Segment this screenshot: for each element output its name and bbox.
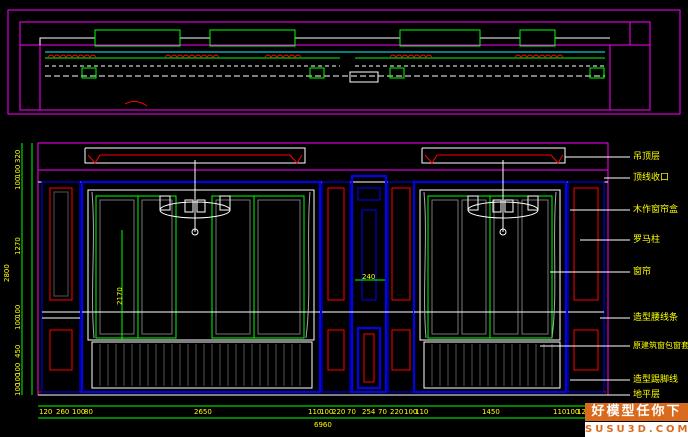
left-window-elevation <box>81 160 321 393</box>
dim-left-9: 100 <box>14 382 22 396</box>
label-ceiling-trim: 顶线收口 <box>633 173 670 183</box>
cad-elevation-drawing <box>7 9 681 419</box>
right-window-elevation <box>413 160 567 393</box>
ceiling-pelmets <box>84 147 566 164</box>
dim-bottom-1: 260 <box>56 408 70 416</box>
right-wall-panels <box>567 181 605 393</box>
left-wall-panels <box>41 181 81 393</box>
dim-bottom-15: 110 <box>553 408 567 416</box>
dim-left-6: 450 <box>14 344 22 358</box>
label-floor-level: 地平层 <box>633 390 661 400</box>
dim-bottom-10: 70 <box>378 408 387 416</box>
watermark-line1: 好模型任你下 <box>585 403 688 421</box>
dim-bottom-4: 2650 <box>194 408 212 416</box>
label-curtain: 窗帘 <box>633 267 652 277</box>
label-panel-curtain: 原建筑窗包窗套 <box>633 341 688 350</box>
dim-total-height: 2800 <box>3 264 11 282</box>
dim-left-0: 320 <box>14 149 22 163</box>
watermark-line2: SUSU3D.COM <box>585 422 688 437</box>
dim-bottom-9: 254 <box>362 408 376 416</box>
center-column <box>321 175 415 393</box>
dim-window-height: 2170 <box>116 287 124 305</box>
dim-bottom-7: 220 <box>332 408 346 416</box>
leader-lines <box>540 156 630 396</box>
right-chandelier-icon <box>467 160 539 236</box>
dim-bottom-13: 110 <box>415 408 429 416</box>
label-wood-curtain-box: 木作窗帘盒 <box>633 205 679 215</box>
label-decorative-column: 罗马柱 <box>633 235 661 245</box>
label-shaped-line: 造型腰线条 <box>633 313 679 323</box>
dim-column-width: 240 <box>362 273 376 281</box>
dim-left-5: 100 <box>14 316 22 330</box>
dim-bottom-11: 220 <box>390 408 404 416</box>
dim-bottom-14: 1450 <box>482 408 500 416</box>
dim-left-3: 1270 <box>14 237 22 255</box>
watermark-logo: 好模型任你下 SUSU3D.COM <box>585 403 688 437</box>
dim-left-2: 100 <box>14 176 22 190</box>
label-skirting-line: 造型踢脚线 <box>633 375 679 385</box>
ceiling-plan-view <box>7 9 681 115</box>
dim-bottom-8: 70 <box>347 408 356 416</box>
label-ceiling-layer: 吊顶层 <box>633 152 661 162</box>
dim-overall-width: 6960 <box>314 421 332 429</box>
dim-bottom-0: 120 <box>39 408 53 416</box>
left-chandelier-icon <box>159 160 231 236</box>
dim-bottom-3: 80 <box>84 408 93 416</box>
